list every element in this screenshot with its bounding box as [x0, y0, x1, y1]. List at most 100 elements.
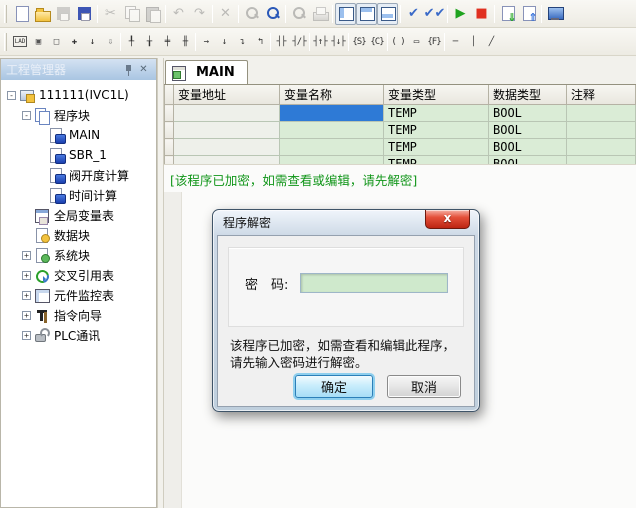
delete-button[interactable]: ✕	[215, 3, 236, 25]
line-turn-up-button[interactable]: ↰	[251, 31, 269, 53]
run-plc-button[interactable]: ▶	[450, 3, 471, 25]
delete-line-button[interactable]: ╱	[482, 31, 500, 53]
tree-item-PLC通讯[interactable]: +PLC通讯	[1, 325, 156, 345]
contact-rising-edge-button[interactable]: ┤↑├	[311, 31, 329, 53]
password-input[interactable]	[300, 273, 448, 293]
count-coil-button[interactable]: {C}	[368, 31, 386, 53]
name-cell[interactable]	[280, 139, 384, 156]
ok-button[interactable]: 确定	[295, 375, 373, 398]
tree-expander[interactable]: -	[22, 111, 31, 120]
compile-all-button[interactable]: ✔✔	[424, 3, 445, 25]
insert-row-above-button[interactable]: ╀	[122, 31, 140, 53]
tree-item-SBR_1[interactable]: SBR_1	[1, 145, 156, 165]
toggle-project-window-button[interactable]	[335, 3, 356, 25]
row-selector-cell[interactable]	[165, 105, 174, 122]
find-button[interactable]	[241, 3, 262, 25]
toolbar-grip[interactable]	[4, 5, 7, 23]
name-cell[interactable]	[280, 156, 384, 165]
toolbar-grip[interactable]	[4, 33, 7, 51]
monitor-mode-button[interactable]	[544, 3, 565, 25]
save-all-button[interactable]	[74, 3, 95, 25]
var-type-cell[interactable]: TEMP	[384, 105, 489, 122]
cut-button[interactable]: ✂	[100, 3, 121, 25]
arrow-down-solid-button[interactable]: ↓	[83, 31, 101, 53]
open-file-button[interactable]	[32, 3, 53, 25]
tree-item-系统块[interactable]: +系统块	[1, 245, 156, 265]
redo-button[interactable]: ↷	[189, 3, 210, 25]
tab-main[interactable]: MAIN	[165, 60, 248, 84]
column-header-3[interactable]: 变量类型	[384, 85, 489, 105]
cancel-button[interactable]: 取消	[387, 375, 461, 398]
line-turn-down-button[interactable]: ↴	[233, 31, 251, 53]
var-type-cell[interactable]: TEMP	[384, 139, 489, 156]
toggle-output-window-button[interactable]	[377, 3, 398, 25]
output-coil-button[interactable]: ( )	[389, 31, 407, 53]
paste-button[interactable]	[142, 3, 163, 25]
delete-column-button[interactable]: ╫	[176, 31, 194, 53]
tree-item-指令向导[interactable]: +指令向导	[1, 305, 156, 325]
print-button[interactable]	[309, 3, 330, 25]
row-selector-cell[interactable]	[165, 139, 174, 156]
panel-splitter[interactable]	[157, 58, 164, 508]
download-program-button[interactable]	[497, 3, 518, 25]
tree-item-元件监控表[interactable]: +元件监控表	[1, 285, 156, 305]
column-header-4[interactable]: 数据类型	[489, 85, 567, 105]
contact-falling-edge-button[interactable]: ┤↓├	[329, 31, 347, 53]
insert-column-button[interactable]: ╪	[158, 31, 176, 53]
data-type-cell[interactable]: BOOL	[489, 122, 567, 139]
vertical-line-button[interactable]: │	[464, 31, 482, 53]
column-header-1[interactable]: 变量地址	[174, 85, 280, 105]
tree-item-交叉引用表[interactable]: +交叉引用表	[1, 265, 156, 285]
data-type-cell[interactable]: BOOL	[489, 139, 567, 156]
address-cell[interactable]	[174, 105, 280, 122]
instruction-box-button[interactable]: ▣	[29, 31, 47, 53]
row-selector-cell[interactable]	[165, 122, 174, 139]
var-type-cell[interactable]: TEMP	[384, 122, 489, 139]
undo-button[interactable]: ↶	[168, 3, 189, 25]
compile-button[interactable]: ✔	[403, 3, 424, 25]
print-preview-button[interactable]	[288, 3, 309, 25]
close-panel-button[interactable]: ✕	[136, 63, 151, 77]
find-in-project-button[interactable]	[262, 3, 283, 25]
arrow-down-hollow-button[interactable]: ⇩	[101, 31, 119, 53]
contact-closed-button[interactable]: ┤/├	[290, 31, 308, 53]
contact-open-button[interactable]: ┤├	[272, 31, 290, 53]
tree-item-111111(IVC1L)[interactable]: -111111(IVC1L)	[1, 85, 156, 105]
tree-expander[interactable]: +	[22, 251, 31, 260]
copy-button[interactable]	[121, 3, 142, 25]
lad-mode-button[interactable]: LAD	[11, 31, 29, 53]
comment-cell[interactable]	[567, 139, 636, 156]
tree-item-全局变量表[interactable]: 全局变量表	[1, 205, 156, 225]
tree-expander[interactable]: +	[22, 331, 31, 340]
comment-cell[interactable]	[567, 156, 636, 165]
data-type-cell[interactable]: BOOL	[489, 156, 567, 165]
tree-item-时间计算[interactable]: 时间计算	[1, 185, 156, 205]
data-type-cell[interactable]: BOOL	[489, 105, 567, 122]
line-right-button[interactable]: →	[197, 31, 215, 53]
tree-expander[interactable]: -	[7, 91, 16, 100]
tree-expander[interactable]: +	[22, 291, 31, 300]
set-coil-button[interactable]: {S}	[350, 31, 368, 53]
comment-cell[interactable]	[567, 105, 636, 122]
name-cell[interactable]	[280, 105, 384, 122]
insert-cross-button[interactable]: ✚	[65, 31, 83, 53]
tree-item-MAIN[interactable]: MAIN	[1, 125, 156, 145]
column-header-2[interactable]: 变量名称	[280, 85, 384, 105]
function-block-button[interactable]: ▭	[407, 31, 425, 53]
new-file-button[interactable]	[11, 3, 32, 25]
address-cell[interactable]	[174, 122, 280, 139]
line-down-button[interactable]: ↓	[215, 31, 233, 53]
function-coil-button[interactable]: {F}	[425, 31, 443, 53]
column-header-5[interactable]: 注释	[567, 85, 636, 105]
horizontal-line-button[interactable]: ─	[446, 31, 464, 53]
name-cell[interactable]	[280, 122, 384, 139]
address-cell[interactable]	[174, 156, 280, 165]
tree-expander[interactable]: +	[22, 271, 31, 280]
empty-box-button[interactable]: □	[47, 31, 65, 53]
stop-plc-button[interactable]: ■	[471, 3, 492, 25]
save-button[interactable]	[53, 3, 74, 25]
toggle-instruction-window-button[interactable]	[356, 3, 377, 25]
row-selector-cell[interactable]	[165, 156, 174, 165]
upload-program-button[interactable]	[518, 3, 539, 25]
address-cell[interactable]	[174, 139, 280, 156]
